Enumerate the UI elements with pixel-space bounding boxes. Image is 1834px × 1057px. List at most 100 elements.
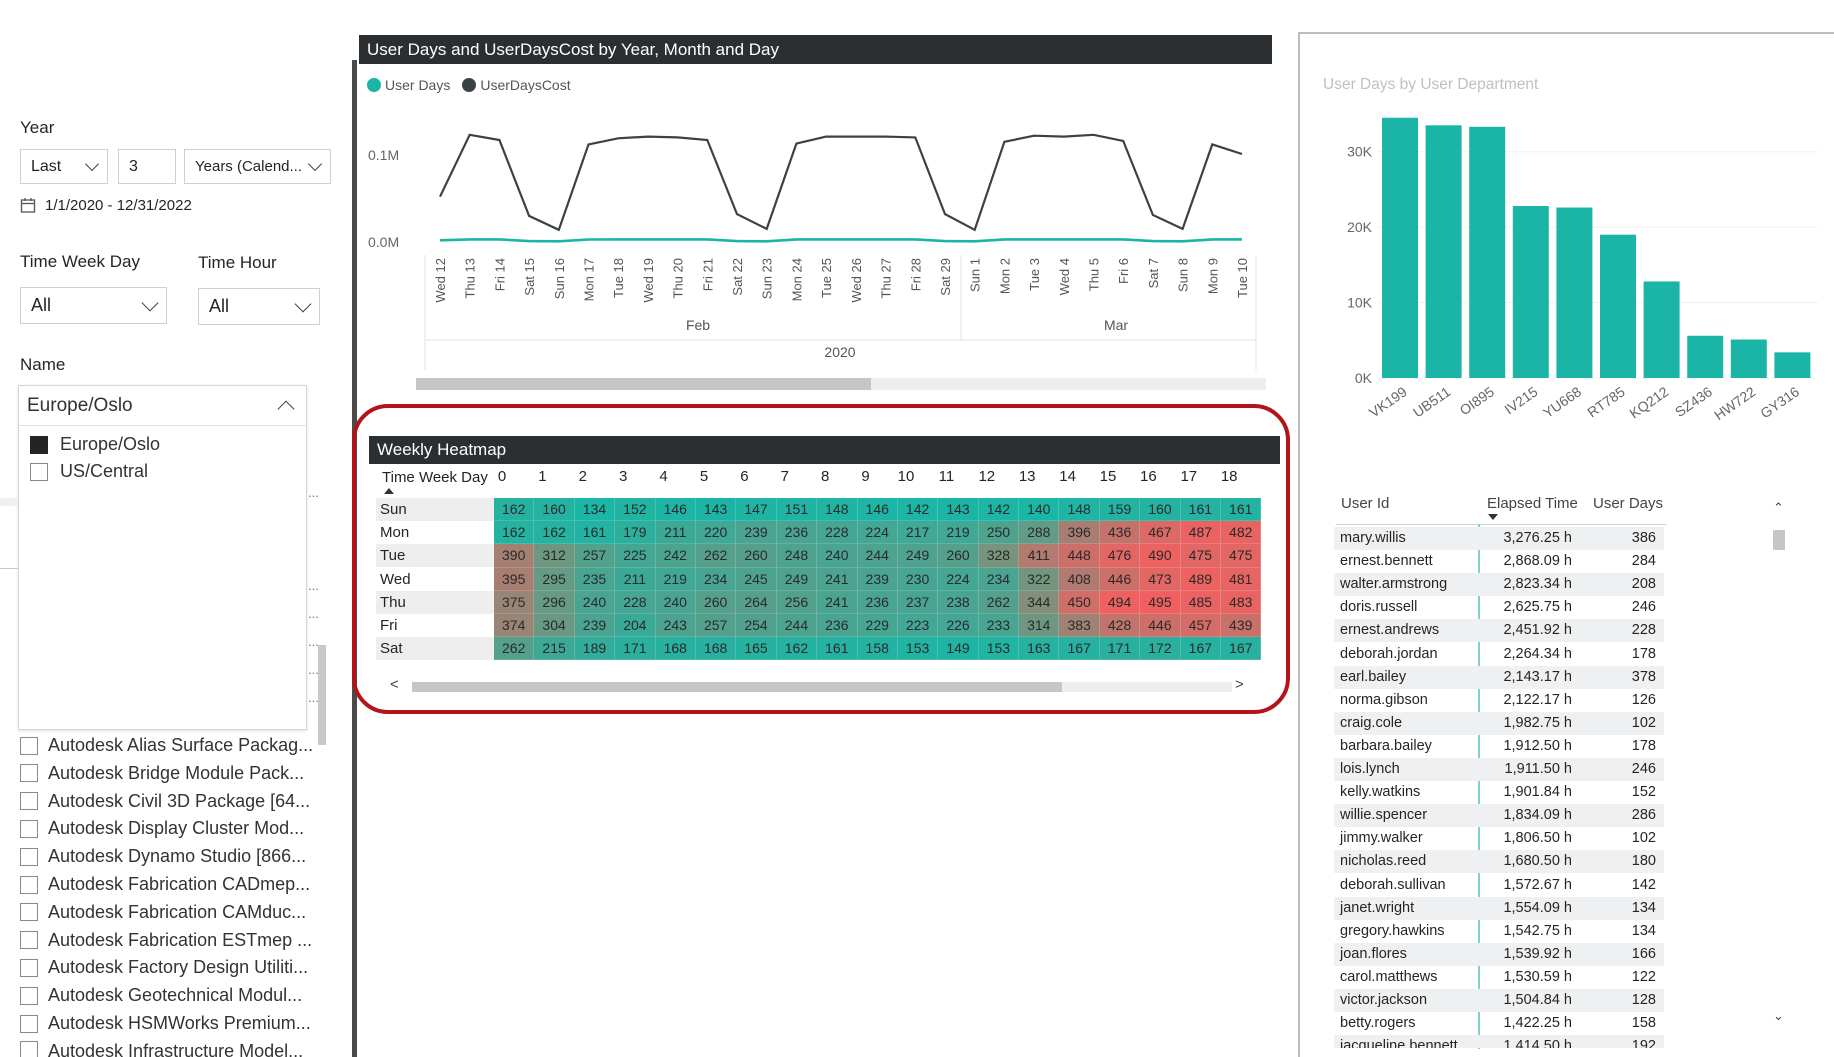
heatmap-cell[interactable]: 171	[1099, 637, 1141, 661]
heatmap-cell[interactable]: 134	[574, 498, 616, 522]
heatmap-cell[interactable]: 436	[1099, 521, 1141, 545]
scroll-up-icon[interactable]: ⌃	[1773, 500, 1784, 516]
heatmap-cell[interactable]: 151	[776, 498, 818, 522]
heatmap-cell[interactable]: 211	[615, 567, 656, 591]
heatmap-cell[interactable]: 179	[615, 521, 656, 545]
heatmap-cell[interactable]: 224	[857, 521, 898, 545]
heatmap-cell[interactable]: 489	[1180, 567, 1222, 591]
heatmap-cell[interactable]: 230	[897, 567, 939, 591]
heatmap-cell[interactable]: 158	[857, 637, 898, 661]
package-list-item[interactable]: Autodesk HSMWorks Premium...	[20, 1013, 311, 1034]
table-row[interactable]: doris.russell 2,625.75 h 246	[1334, 596, 1664, 619]
heatmap-cell[interactable]: 146	[655, 498, 696, 522]
package-list-item[interactable]: Autodesk Civil 3D Package [64...	[20, 791, 310, 812]
heatmap-cell[interactable]: 374	[494, 613, 535, 638]
heatmap-cell[interactable]: 160	[534, 498, 575, 522]
heatmap-cell[interactable]: 234	[978, 567, 1020, 591]
package-list-item[interactable]: Autodesk Alias Surface Packag...	[20, 735, 313, 756]
heatmap-cell[interactable]: 147	[736, 498, 777, 522]
year-count-input[interactable]: 3	[118, 149, 176, 184]
heatmap-cell[interactable]: 248	[776, 544, 818, 568]
table-row[interactable]: gregory.hawkins 1,542.75 h 134	[1334, 920, 1664, 943]
heatmap-cell[interactable]: 143	[938, 498, 979, 522]
table-row[interactable]: lois.lynch 1,911.50 h 246	[1334, 758, 1664, 781]
package-list-item[interactable]: Autodesk Geotechnical Modul...	[20, 985, 302, 1006]
year-unit-dropdown[interactable]: Years (Calend...	[184, 149, 331, 184]
heatmap-cell[interactable]: 448	[1059, 544, 1100, 568]
heatmap-cell[interactable]: 162	[534, 521, 575, 545]
heatmap-cell[interactable]: 244	[857, 544, 898, 568]
heatmap-row-header[interactable]: Time Week Day	[382, 469, 488, 486]
heatmap-cell[interactable]: 260	[938, 544, 979, 568]
heatmap-cell[interactable]: 254	[736, 613, 777, 638]
heatmap-cell[interactable]: 396	[1059, 521, 1100, 545]
heatmap-cell[interactable]: 228	[615, 590, 656, 614]
heatmap-cell[interactable]: 473	[1140, 567, 1181, 591]
heatmap-scrollbar-track[interactable]	[1062, 682, 1232, 692]
heatmap-cell[interactable]: 149	[938, 637, 979, 661]
heatmap-cell[interactable]: 163	[1019, 637, 1060, 661]
heatmap-cell[interactable]: 439	[1221, 613, 1262, 638]
heatmap-cell[interactable]: 161	[1180, 498, 1222, 522]
heatmap-cell[interactable]: 238	[938, 590, 979, 614]
heatmap-cell[interactable]: 446	[1140, 613, 1181, 638]
heatmap-cell[interactable]: 249	[776, 567, 818, 591]
heatmap-cell[interactable]: 262	[978, 590, 1020, 614]
heatmap-cell[interactable]: 148	[1059, 498, 1100, 522]
heatmap-cell[interactable]: 295	[534, 567, 575, 591]
table-row[interactable]: nicholas.reed 1,680.50 h 180	[1334, 850, 1664, 874]
heatmap-cell[interactable]: 153	[897, 637, 939, 661]
heatmap-cell[interactable]: 241	[817, 567, 858, 591]
heatmap-cell[interactable]: 146	[857, 498, 898, 522]
heatmap-cell[interactable]: 167	[1059, 637, 1100, 661]
heatmap-cell[interactable]: 467	[1140, 521, 1181, 545]
heatmap-cell[interactable]: 262	[695, 544, 737, 568]
heatmap-cell[interactable]: 481	[1221, 567, 1262, 591]
heatmap-cell[interactable]: 411	[1019, 544, 1060, 568]
heatmap-scrollbar-thumb[interactable]	[412, 682, 1062, 692]
table-row[interactable]: deborah.sullivan 1,572.67 h 142	[1334, 874, 1664, 897]
heatmap-cell[interactable]: 249	[897, 544, 939, 568]
table-row[interactable]: mary.willis 3,276.25 h 386	[1334, 527, 1664, 550]
heatmap-cell[interactable]: 211	[655, 521, 696, 545]
heatmap-cell[interactable]: 189	[574, 637, 616, 661]
heatmap-cell[interactable]: 475	[1180, 544, 1222, 568]
table-row[interactable]: jimmy.walker 1,806.50 h 102	[1334, 827, 1664, 850]
heatmap-cell[interactable]: 241	[817, 590, 858, 614]
heatmap-cell[interactable]: 162	[776, 637, 818, 661]
heatmap-cell[interactable]: 408	[1059, 567, 1100, 591]
heatmap-cell[interactable]: 428	[1099, 613, 1141, 638]
heatmap-cell[interactable]: 220	[695, 521, 737, 545]
table-row[interactable]: victor.jackson 1,504.84 h 128	[1334, 989, 1664, 1012]
heatmap-cell[interactable]: 304	[534, 613, 575, 638]
table-header-user-id[interactable]: User Id	[1341, 495, 1389, 512]
table-row[interactable]: kelly.watkins 1,901.84 h 152	[1334, 781, 1664, 804]
heatmap-cell[interactable]: 236	[817, 613, 858, 638]
heatmap-cell[interactable]: 244	[776, 613, 818, 638]
package-list-item[interactable]: Autodesk Dynamo Studio [866...	[20, 846, 306, 867]
name-option-us-central[interactable]: US/Central	[30, 461, 148, 482]
table-row[interactable]: janet.wright 1,554.09 h 134	[1334, 896, 1664, 920]
heatmap-cell[interactable]: 168	[695, 637, 737, 661]
heatmap-cell[interactable]: 482	[1221, 521, 1262, 545]
heatmap-cell[interactable]: 159	[1099, 498, 1141, 522]
table-row[interactable]: ernest.bennett 2,868.09 h 284	[1334, 550, 1664, 573]
heatmap-cell[interactable]: 168	[655, 637, 696, 661]
table-header-user-days[interactable]: User Days	[1593, 495, 1663, 512]
heatmap-cell[interactable]: 383	[1059, 613, 1100, 638]
heatmap-cell[interactable]: 233	[978, 613, 1020, 638]
heatmap-cell[interactable]: 142	[897, 498, 939, 522]
line-chart-scrollbar[interactable]	[416, 378, 1266, 390]
heatmap-cell[interactable]: 167	[1221, 637, 1262, 661]
heatmap-cell[interactable]: 226	[938, 613, 979, 638]
heatmap-cell[interactable]: 162	[494, 521, 535, 545]
heatmap-cell[interactable]: 228	[817, 521, 858, 545]
heatmap-cell[interactable]: 260	[695, 590, 737, 614]
package-list-item[interactable]: Autodesk Fabrication ESTmep ...	[20, 930, 312, 951]
heatmap-cell[interactable]: 494	[1099, 590, 1141, 614]
heatmap-cell[interactable]: 239	[857, 567, 898, 591]
heatmap-cell[interactable]: 296	[534, 590, 575, 614]
table-row[interactable]: norma.gibson 2,122.17 h 126	[1334, 689, 1664, 712]
table-row[interactable]: craig.cole 1,982.75 h 102	[1334, 711, 1664, 735]
package-list-item[interactable]: Autodesk Fabrication CADmep...	[20, 874, 310, 895]
